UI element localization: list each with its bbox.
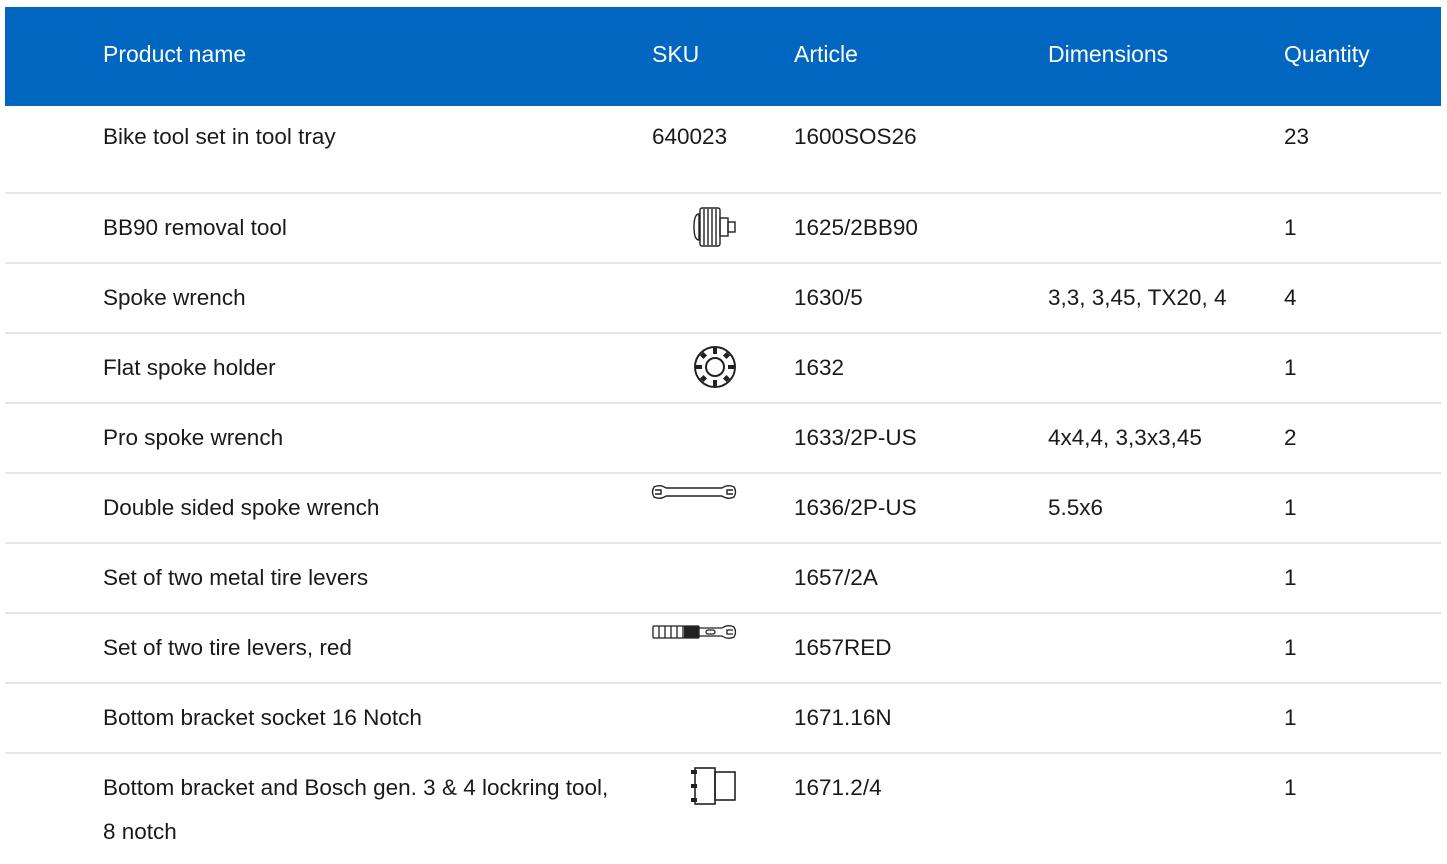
- product-article: 1632: [794, 355, 845, 380]
- column-header-quantity[interactable]: Quantity: [1284, 41, 1370, 67]
- product-name: Flat spoke holder: [103, 355, 276, 380]
- product-quantity: 1: [1284, 355, 1297, 380]
- column-header-article[interactable]: Article: [794, 41, 858, 67]
- product-article: 1657/2A: [794, 565, 878, 590]
- product-article: 1630/5: [794, 285, 863, 310]
- product-name: Pro spoke wrench: [103, 425, 284, 450]
- product-quantity: 2: [1284, 425, 1297, 450]
- table-row[interactable]: Set of two tire levers, red 1657RED 1: [5, 614, 1441, 684]
- column-header-dimensions[interactable]: Dimensions: [1048, 41, 1168, 67]
- product-article: 1671.16N: [794, 705, 892, 730]
- product-table: Product name SKU Article Dimensions Quan…: [5, 7, 1441, 864]
- product-dimensions: 5.5x6: [1048, 495, 1104, 520]
- table-row[interactable]: Bottom bracket socket 16 Notch 1671.16N …: [5, 684, 1441, 754]
- bottom-bracket-socket-icon: [689, 764, 739, 808]
- product-quantity: 23: [1284, 124, 1310, 149]
- flat-spoke-holder-icon: [692, 344, 738, 390]
- product-article: 1625/2BB90: [794, 215, 918, 240]
- table-row[interactable]: Pro spoke wrench 1633/2P-US 4x4,4, 3,3x3…: [5, 404, 1441, 474]
- product-name: Set of two metal tire levers: [103, 565, 369, 590]
- table-row[interactable]: BB90 removal tool 1625/2BB90 1: [5, 194, 1441, 264]
- product-article: 1657RED: [794, 635, 892, 660]
- product-quantity: 1: [1284, 775, 1297, 800]
- product-article: 1671.2/4: [794, 775, 882, 800]
- table-row[interactable]: Flat spoke holder 1632 1: [5, 334, 1441, 404]
- product-article: 1636/2P-US: [794, 495, 917, 520]
- table-row[interactable]: Double sided spoke wrench 1636/2P-US 5.5…: [5, 474, 1441, 544]
- product-name: Bike tool set in tool tray: [103, 124, 336, 149]
- table-row[interactable]: Bike tool set in tool tray 640023 1600SO…: [5, 106, 1441, 194]
- column-header-product-name[interactable]: Product name: [103, 41, 246, 67]
- product-quantity: 1: [1284, 495, 1297, 520]
- product-name: Bottom bracket and Bosch gen. 3 & 4 lock…: [103, 775, 609, 844]
- product-quantity: 1: [1284, 635, 1297, 660]
- column-header-sku[interactable]: SKU: [652, 41, 699, 67]
- product-quantity: 1: [1284, 565, 1297, 590]
- table-row[interactable]: Spoke wrench 1630/5 3,3, 3,45, TX20, 4 4: [5, 264, 1441, 334]
- product-quantity: 1: [1284, 215, 1297, 240]
- product-article: 1633/2P-US: [794, 425, 917, 450]
- double-sided-spoke-wrench-icon: [650, 482, 738, 502]
- product-dimensions: 4x4,4, 3,3x3,45: [1048, 425, 1202, 450]
- product-name: Spoke wrench: [103, 285, 246, 310]
- product-name: Set of two tire levers, red: [103, 635, 352, 660]
- tire-lever-icon: [650, 622, 738, 642]
- product-article: 1600SOS26: [794, 124, 917, 149]
- table-row[interactable]: Set of two metal tire levers 1657/2A 1: [5, 544, 1441, 614]
- product-quantity: 1: [1284, 705, 1297, 730]
- table-row[interactable]: Bottom bracket and Bosch gen. 3 & 4 lock…: [5, 754, 1441, 864]
- bb90-removal-tool-icon: [689, 206, 739, 248]
- product-name: Bottom bracket socket 16 Notch: [103, 705, 422, 730]
- table-header: Product name SKU Article Dimensions Quan…: [5, 7, 1441, 106]
- product-name: Double sided spoke wrench: [103, 495, 380, 520]
- product-quantity: 4: [1284, 285, 1297, 310]
- product-sku: 640023: [652, 124, 728, 149]
- product-name: BB90 removal tool: [103, 215, 287, 240]
- product-dimensions: 3,3, 3,45, TX20, 4: [1048, 285, 1227, 310]
